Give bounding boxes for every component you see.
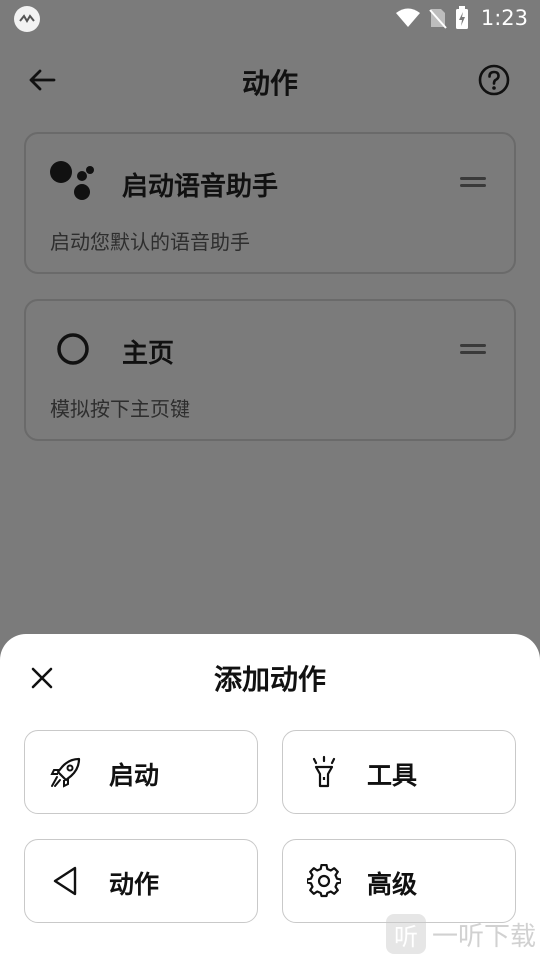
- option-action-button[interactable]: 动作: [24, 839, 258, 923]
- page-title: 动作: [241, 67, 298, 100]
- add-action-bottom-sheet: 添加动作 启动 工具 动作 高级 听 一听下载: [0, 634, 540, 960]
- option-label: 启动: [109, 761, 160, 790]
- action-subtitle: 启动您默认的语音助手: [50, 230, 250, 254]
- option-label: 工具: [367, 761, 418, 790]
- battery-charging-icon: [455, 6, 468, 29]
- option-advanced-button[interactable]: 高级: [282, 839, 516, 923]
- drag-handle-icon[interactable]: [460, 341, 488, 355]
- status-clock: 1:23: [480, 6, 528, 30]
- home-circle-icon: [48, 325, 100, 371]
- status-bar: 1:23: [0, 0, 540, 36]
- action-subtitle: 模拟按下主页键: [50, 397, 190, 421]
- sheet-title: 添加动作: [213, 663, 326, 696]
- wifi-icon: [395, 8, 420, 27]
- action-card-voice-assistant[interactable]: 启动语音助手 启动您默认的语音助手: [24, 132, 516, 274]
- option-tools-button[interactable]: 工具: [282, 730, 516, 814]
- option-launch-button[interactable]: 启动: [24, 730, 258, 814]
- action-title: 启动语音助手: [122, 172, 279, 202]
- flashlight-icon: [307, 755, 341, 789]
- app-bar: 动作: [0, 48, 540, 112]
- watermark-badge: 听: [385, 914, 426, 954]
- watermark: 听 一听下载: [385, 914, 536, 954]
- back-triangle-icon: [49, 864, 83, 898]
- help-button[interactable]: [476, 62, 512, 98]
- action-title: 主页: [122, 339, 175, 369]
- rocket-icon: [49, 755, 83, 789]
- drag-handle-icon[interactable]: [460, 174, 488, 188]
- watermark-text: 一听下载: [431, 921, 536, 952]
- app-notification-icon: [14, 6, 40, 32]
- help-icon: [478, 64, 510, 96]
- assistant-icon: [48, 158, 100, 204]
- option-label: 高级: [367, 870, 418, 899]
- no-sim-icon: [429, 9, 447, 29]
- gear-icon: [307, 864, 341, 898]
- action-card-home[interactable]: 主页 模拟按下主页键: [24, 299, 516, 441]
- option-label: 动作: [109, 870, 160, 899]
